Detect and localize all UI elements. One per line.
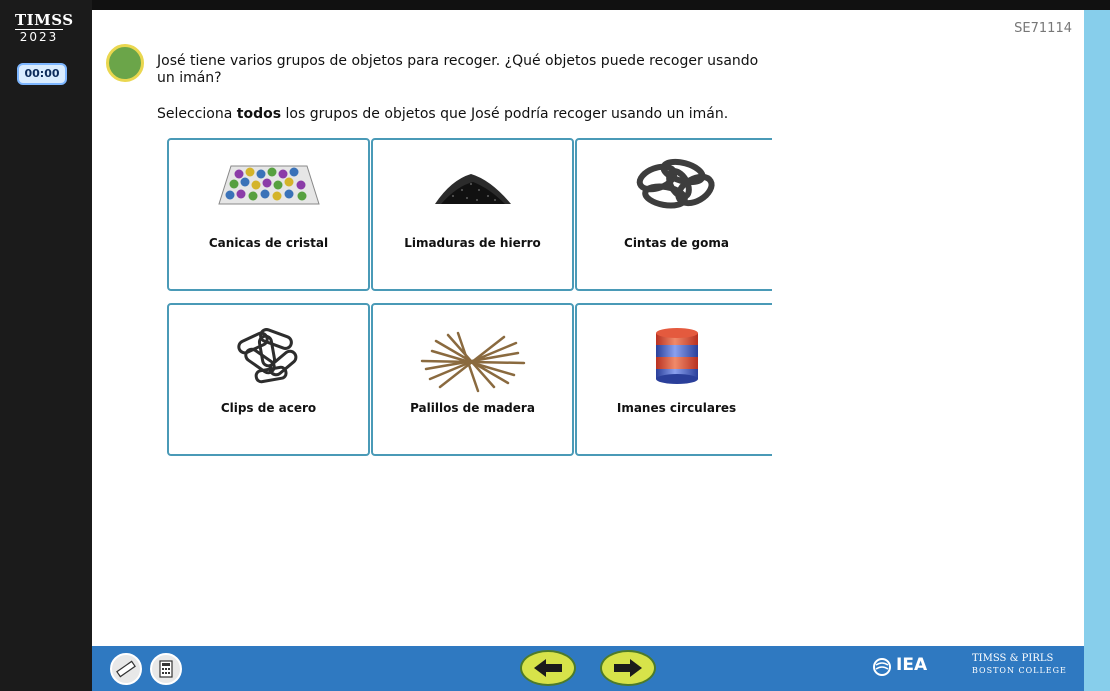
paperclips-icon (236, 328, 297, 384)
timer: 00:00 (17, 63, 67, 85)
options-grid: Canicas de cristal Limaduras de hierro C… (167, 138, 772, 458)
iea-label: IEA (896, 655, 928, 675)
option-imanes-circulares[interactable]: Imanes circulares (575, 303, 772, 456)
calculator-icon (159, 660, 173, 678)
toothpicks-icon (420, 331, 525, 393)
previous-button[interactable] (520, 650, 576, 686)
top-strip (0, 0, 1110, 10)
brand-bottom: BOSTON COLLEGE (972, 666, 1067, 675)
option-label: Cintas de goma (624, 236, 729, 250)
item-code: SE71114 (1014, 21, 1072, 36)
brand-top: TIMSS & PIRLS (972, 653, 1054, 664)
option-cintas-de-goma[interactable]: Cintas de goma (575, 138, 772, 291)
option-clips-de-acero[interactable]: Clips de acero (167, 303, 370, 456)
instruction-post: los grupos de objetos que José podría re… (281, 106, 729, 122)
ruler-button[interactable] (110, 653, 142, 685)
logo-year: 2023 (19, 30, 59, 44)
logo-text: TIMSS (15, 11, 74, 30)
option-label: Limaduras de hierro (404, 236, 541, 250)
bottom-toolbar (92, 646, 1084, 691)
brand-label: TIMSS & PIRLS BOSTON COLLEGE (972, 653, 1067, 677)
instruction-text: Selecciona todos los grupos de objetos q… (157, 106, 837, 122)
instruction-bold: todos (236, 106, 282, 122)
circular-magnets-icon (655, 328, 698, 384)
left-sidebar (0, 0, 92, 691)
question-status-indicator (106, 44, 144, 82)
timss-logo: TIMSS 2023 (15, 11, 74, 44)
instruction-pre: Selecciona (157, 106, 237, 122)
marbles-icon (217, 165, 320, 205)
option-label: Palillos de madera (410, 401, 535, 415)
arrow-left-icon (534, 659, 562, 677)
option-label: Clips de acero (220, 401, 317, 415)
calculator-button[interactable] (150, 653, 182, 685)
question-text: José tiene varios grupos de objetos para… (157, 53, 759, 86)
option-palillos-de-madera[interactable]: Palillos de madera (371, 303, 574, 456)
iron-filings-icon (434, 174, 511, 204)
option-label: Imanes circulares (616, 401, 737, 415)
ruler-icon (116, 660, 136, 678)
rubber-bands-icon (636, 158, 715, 209)
option-label: Canicas de cristal (208, 236, 329, 250)
option-limaduras-de-hierro[interactable]: Limaduras de hierro (371, 138, 574, 291)
arrow-right-icon (614, 659, 642, 677)
option-canicas-de-cristal[interactable]: Canicas de cristal (167, 138, 370, 291)
next-button[interactable] (600, 650, 656, 686)
iea-logo-icon (873, 658, 891, 676)
right-scroll-bar[interactable] (1084, 10, 1110, 691)
